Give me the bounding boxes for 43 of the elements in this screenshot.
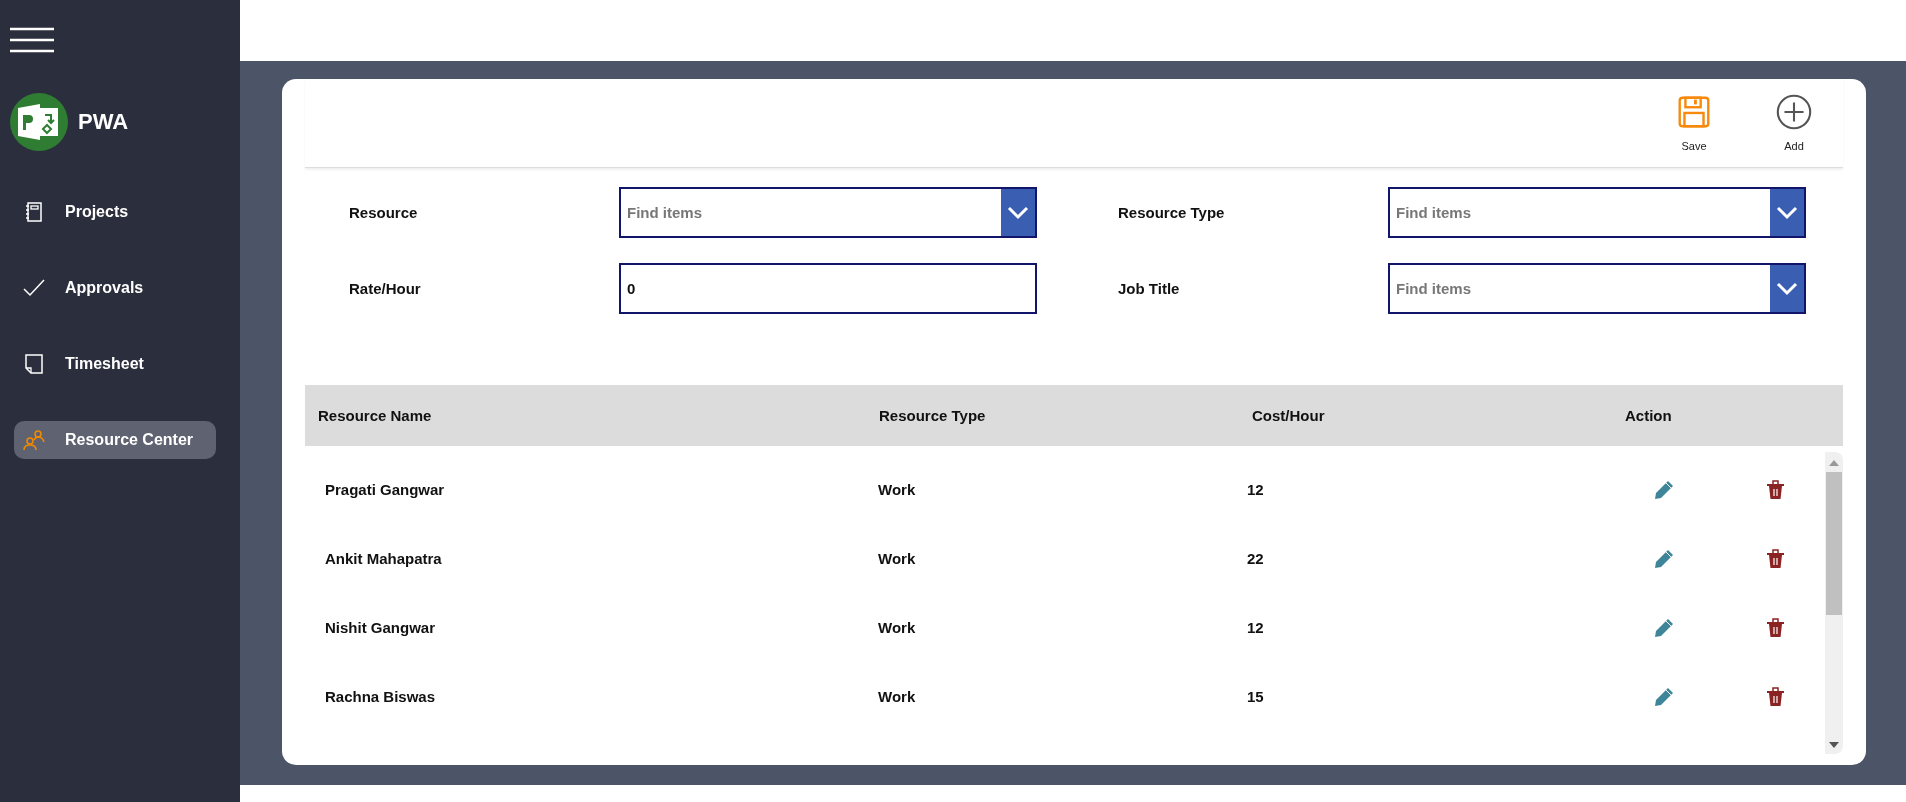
table-cell-text: 12 [1247, 481, 1265, 498]
scroll-thumb[interactable] [1826, 472, 1842, 615]
nav-item[interactable]: Timesheet [14, 345, 216, 383]
pencil-icon[interactable] [1654, 479, 1675, 500]
column-header: Action [1625, 407, 1673, 424]
table-cell-text: Rachna Biswas [324, 688, 437, 705]
down-arrow-icon[interactable] [1829, 742, 1839, 748]
add-button[interactable]: Add [1769, 92, 1819, 152]
logo-icon [10, 93, 68, 151]
nav-item[interactable]: Resource Center [14, 421, 216, 459]
scrollbar[interactable] [1825, 452, 1843, 754]
column-header: Cost/Hour [1252, 407, 1326, 424]
trash-icon[interactable] [1765, 479, 1786, 500]
column-header: Resource Name [317, 407, 433, 424]
table-cell-text: Work [878, 688, 917, 705]
field-label: Resource Type [1118, 204, 1226, 221]
menu-icon[interactable] [10, 27, 54, 53]
table-cell-text: Nishit Gangwar [324, 619, 437, 636]
save-button[interactable]: Save [1669, 92, 1719, 152]
pencil-icon[interactable] [1654, 617, 1675, 638]
pencil-icon[interactable] [1654, 686, 1675, 707]
input-field[interactable]: 0 [619, 263, 1037, 314]
field-label: Resource [349, 204, 419, 221]
column-header: Resource Type [879, 407, 987, 424]
nav-item[interactable]: Projects [14, 193, 216, 231]
table-cell-text: 15 [1247, 688, 1265, 705]
table-cell-text: Work [878, 481, 917, 498]
field-label: Rate/Hour [349, 280, 422, 297]
trash-icon[interactable] [1765, 686, 1786, 707]
table-cell-text: Pragati Gangwar [324, 481, 446, 498]
trash-icon[interactable] [1765, 617, 1786, 638]
page-icon [22, 352, 46, 376]
table-cell-text: Ankit Mahapatra [324, 550, 443, 567]
table-cell-text: 22 [1247, 550, 1265, 567]
app-title: PWA [78, 109, 129, 135]
people-icon [22, 428, 46, 452]
nav-item[interactable]: Approvals [14, 269, 216, 307]
trash-icon[interactable] [1765, 548, 1786, 569]
pencil-icon[interactable] [1654, 548, 1675, 569]
table-cell-text: Work [878, 550, 917, 567]
field-label: Job Title [1118, 280, 1181, 297]
table-cell-text: 12 [1247, 619, 1265, 636]
table-cell-text: Work [878, 619, 917, 636]
